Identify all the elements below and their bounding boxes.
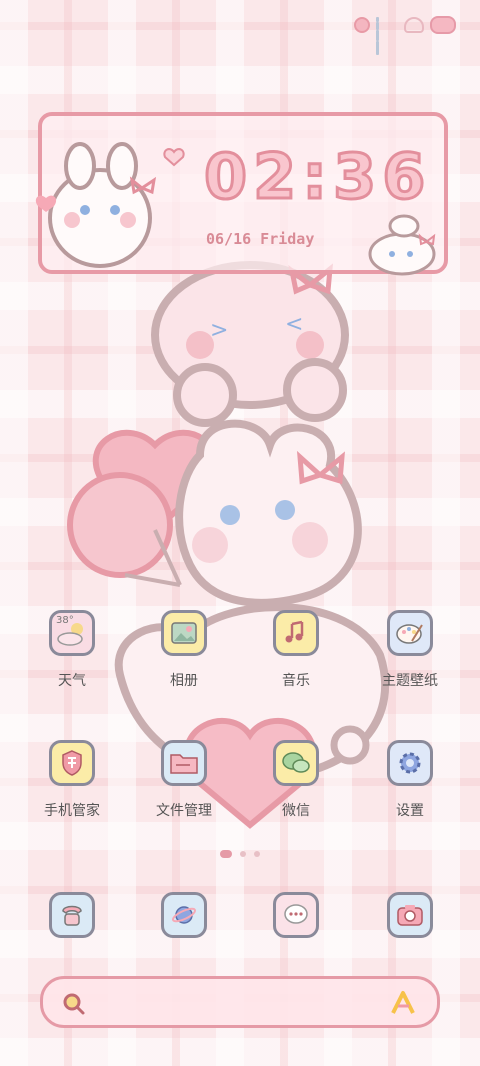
app-music[interactable]: 音乐 — [240, 610, 352, 690]
dock-camera[interactable] — [354, 892, 466, 938]
shield-icon — [49, 740, 95, 786]
app-phone-manager[interactable]: 手机管家 — [16, 740, 128, 820]
search-bar[interactable] — [40, 976, 440, 1028]
browser-icon — [161, 892, 207, 938]
search-icon[interactable] — [61, 991, 87, 1017]
messages-icon — [273, 892, 319, 938]
folder-icon — [161, 740, 207, 786]
app-label: 手机管家 — [44, 803, 100, 819]
page-dot[interactable] — [240, 851, 246, 857]
app-settings[interactable]: 设置 — [354, 740, 466, 820]
weather-temp-badge: 38° — [56, 615, 74, 626]
music-icon — [273, 610, 319, 656]
phone-icon — [49, 892, 95, 938]
heart-sticker — [163, 148, 185, 167]
camera-icon — [387, 892, 433, 938]
svg-text:<: < — [285, 312, 303, 337]
clock-time: 02:36 — [202, 139, 432, 215]
app-weather[interactable]: 38° 天气 — [16, 610, 128, 690]
app-file-manager[interactable]: 文件管理 — [128, 740, 240, 820]
moon-icon — [354, 17, 370, 33]
assistant-logo-icon[interactable] — [389, 989, 419, 1017]
page-dot-active[interactable] — [220, 850, 232, 858]
page-dot[interactable] — [254, 851, 260, 857]
battery-icon — [430, 16, 456, 34]
bunny-sticker-right — [368, 214, 436, 276]
weather-icon: 38° — [49, 610, 95, 656]
app-label: 微信 — [282, 803, 310, 819]
page-indicator[interactable] — [0, 850, 480, 858]
gear-icon — [387, 740, 433, 786]
wifi-icon — [404, 17, 424, 33]
dock-phone[interactable] — [16, 892, 128, 938]
app-label: 设置 — [396, 803, 424, 819]
app-wechat[interactable]: 微信 — [240, 740, 352, 820]
app-label: 文件管理 — [156, 803, 212, 819]
status-bar — [354, 16, 456, 55]
dock-messages[interactable] — [240, 892, 352, 938]
gallery-icon — [161, 610, 207, 656]
bunny-sticker-left — [35, 142, 157, 268]
signal-icon — [376, 17, 398, 55]
dock-browser[interactable] — [128, 892, 240, 938]
app-theme[interactable]: 主题壁纸 — [354, 610, 466, 690]
app-label: 天气 — [58, 673, 86, 689]
app-label: 音乐 — [282, 673, 310, 689]
wechat-icon — [273, 740, 319, 786]
svg-text:>: > — [210, 318, 228, 343]
app-label: 主题壁纸 — [382, 673, 438, 689]
clock-date: 06/16 Friday — [206, 230, 315, 248]
app-gallery[interactable]: 相册 — [128, 610, 240, 690]
clock-widget[interactable]: 02:36 06/16 Friday — [35, 112, 448, 276]
app-label: 相册 — [170, 673, 198, 689]
theme-icon — [387, 610, 433, 656]
